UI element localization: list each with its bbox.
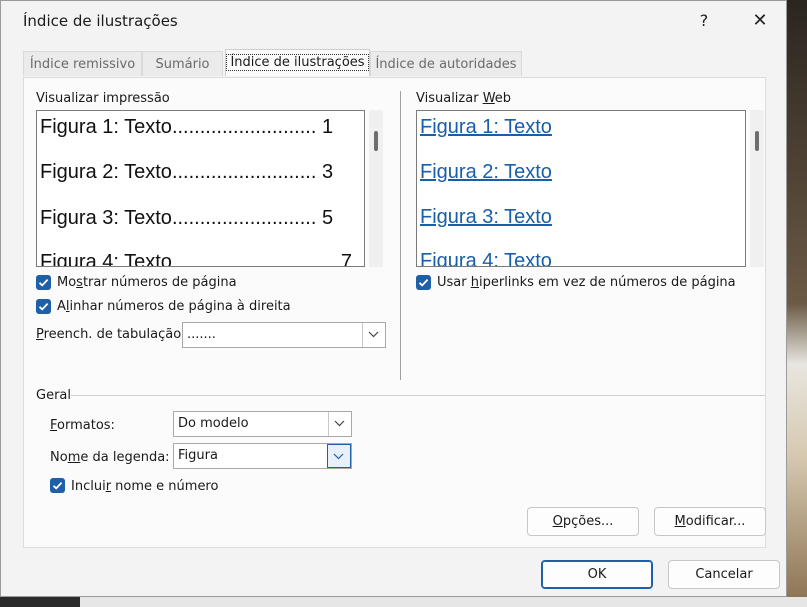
checkmark-icon	[38, 278, 49, 287]
entry-page: 3	[321, 161, 334, 183]
label-part: No	[50, 450, 68, 465]
background-dark	[0, 597, 80, 607]
label-part: Inclui	[71, 479, 106, 494]
label-part: iperlinks em vez de números de página	[478, 275, 736, 290]
background-page	[0, 597, 807, 607]
formats-label: Formatos:	[50, 418, 115, 433]
modify-button[interactable]: Modificar...	[654, 507, 766, 536]
print-preview-entry-4: Figura 4: Texto 7	[40, 251, 360, 267]
entry-leader: ..........................	[171, 207, 317, 229]
web-preview-link-2[interactable]: Figura 2: Texto	[420, 161, 552, 184]
use-hyperlinks-checkbox[interactable]	[416, 275, 431, 290]
general-heading: Geral	[36, 388, 71, 403]
tab-contents[interactable]: Sumário	[142, 51, 223, 76]
tab-label: Índice de ilustrações	[226, 54, 369, 71]
entry-page: 1	[321, 116, 334, 138]
label-accel: W	[482, 91, 495, 106]
tab-authorities[interactable]: Índice de autoridades	[370, 51, 522, 76]
select-value: Do modelo	[178, 416, 249, 431]
web-preview-box: Figura 1: Texto Figura 2: Texto Figura 3…	[416, 110, 746, 267]
label-accel: h	[470, 275, 479, 290]
table-of-figures-dialog: Índice de ilustrações ? ✕ Índice remissi…	[0, 0, 787, 597]
checkmark-icon	[52, 481, 63, 490]
web-preview-scrollbar[interactable]	[750, 110, 764, 267]
label-accel: s	[76, 275, 83, 290]
print-preview-scrollbar[interactable]	[369, 110, 383, 267]
dialog-title: Índice de ilustrações	[23, 12, 178, 30]
options-button[interactable]: Opções...	[527, 507, 639, 536]
use-hyperlinks-label[interactable]: Usar hiperlinks em vez de números de pág…	[437, 275, 736, 290]
entry-text: Figura 3: Texto	[40, 207, 172, 229]
right-align-checkbox[interactable]	[36, 299, 51, 314]
label-part: ormatos:	[57, 418, 115, 433]
tab-index[interactable]: Índice remissivo	[23, 51, 142, 76]
label-part: inhar números de página à direita	[69, 299, 291, 314]
entry-text: Figura 1: Texto	[40, 116, 172, 138]
print-preview-entry-2: Figura 2: Texto.........................…	[40, 161, 333, 184]
caption-label: Nome da legenda:	[50, 450, 170, 465]
print-preview-label: Visualizar impressão	[36, 91, 170, 106]
general-divider	[71, 395, 765, 396]
label-part: Mo	[57, 275, 77, 290]
label-accel: O	[552, 514, 563, 529]
label-part: eb	[494, 91, 512, 106]
chevron-down-icon[interactable]	[362, 323, 385, 347]
tab-label: Índice de autoridades	[375, 57, 517, 72]
show-page-numbers-checkbox[interactable]	[36, 275, 51, 290]
formats-select[interactable]: Do modelo	[173, 411, 352, 437]
scrollbar-thumb[interactable]	[755, 131, 759, 151]
label-part: Visualizar	[416, 91, 483, 106]
close-button[interactable]: ✕	[745, 8, 775, 34]
print-preview-entry-1: Figura 1: Texto.........................…	[40, 116, 333, 139]
ok-button[interactable]: OK	[541, 560, 653, 589]
web-preview-link-3[interactable]: Figura 3: Texto	[420, 206, 552, 229]
label-accel: M	[674, 514, 686, 529]
web-preview-link-1[interactable]: Figura 1: Texto	[420, 116, 552, 139]
cancel-button[interactable]: Cancelar	[668, 560, 780, 589]
label-accel: P	[36, 327, 44, 342]
tab-leader-select[interactable]: .......	[182, 322, 386, 348]
chevron-down-icon[interactable]	[327, 444, 351, 468]
label-accel: m	[67, 450, 81, 465]
tab-leader-label: Preench. de tabulação:	[36, 327, 186, 342]
entry-leader: ..........................	[171, 161, 317, 183]
entry-page: 7	[340, 251, 352, 267]
label-part: reench. de tabulação:	[43, 327, 186, 342]
label-part: e da legenda:	[80, 450, 170, 465]
right-align-label[interactable]: Alinhar números de página à direita	[57, 299, 291, 314]
entry-text: Figura 4: Texto	[40, 251, 172, 267]
tab-label: Sumário	[155, 57, 210, 72]
print-preview-entry-3: Figura 3: Texto.........................…	[40, 207, 333, 230]
entry-leader: ..........................	[171, 116, 317, 138]
column-divider	[400, 91, 401, 380]
include-label-checkbox[interactable]	[50, 478, 65, 493]
background-photo	[787, 0, 807, 607]
label-accel: F	[50, 418, 58, 433]
checkmark-icon	[38, 302, 49, 311]
label-part: trar números de página	[82, 275, 237, 290]
tab-label: Índice remissivo	[29, 57, 136, 72]
chevron-down-icon[interactable]	[328, 412, 351, 436]
entry-page: 5	[321, 207, 334, 229]
web-preview-label: Visualizar Web	[416, 91, 511, 106]
print-preview-label-text: Visualizar impressão	[36, 91, 170, 106]
label-part: pções...	[562, 514, 614, 529]
show-page-numbers-label[interactable]: Mostrar números de página	[57, 275, 237, 290]
entry-text: Figura 2: Texto	[40, 161, 172, 183]
tab-table-of-figures[interactable]: Índice de ilustrações	[225, 49, 370, 76]
caption-select[interactable]: Figura	[173, 443, 352, 469]
web-preview-link-4[interactable]: Figura 4: Texto	[420, 250, 552, 266]
label-part: Usar	[437, 275, 471, 290]
select-value: .......	[187, 327, 216, 342]
select-value: Figura	[178, 448, 218, 463]
checkmark-icon	[418, 278, 429, 287]
scrollbar-thumb[interactable]	[374, 131, 378, 151]
label-part: odificar...	[685, 514, 746, 529]
help-button[interactable]: ?	[689, 8, 719, 34]
label-part: nome e número	[111, 479, 219, 494]
print-preview-box: Figura 1: Texto.........................…	[36, 110, 365, 267]
include-label-text[interactable]: Incluir nome e número	[71, 479, 218, 494]
label-part: A	[57, 299, 66, 314]
